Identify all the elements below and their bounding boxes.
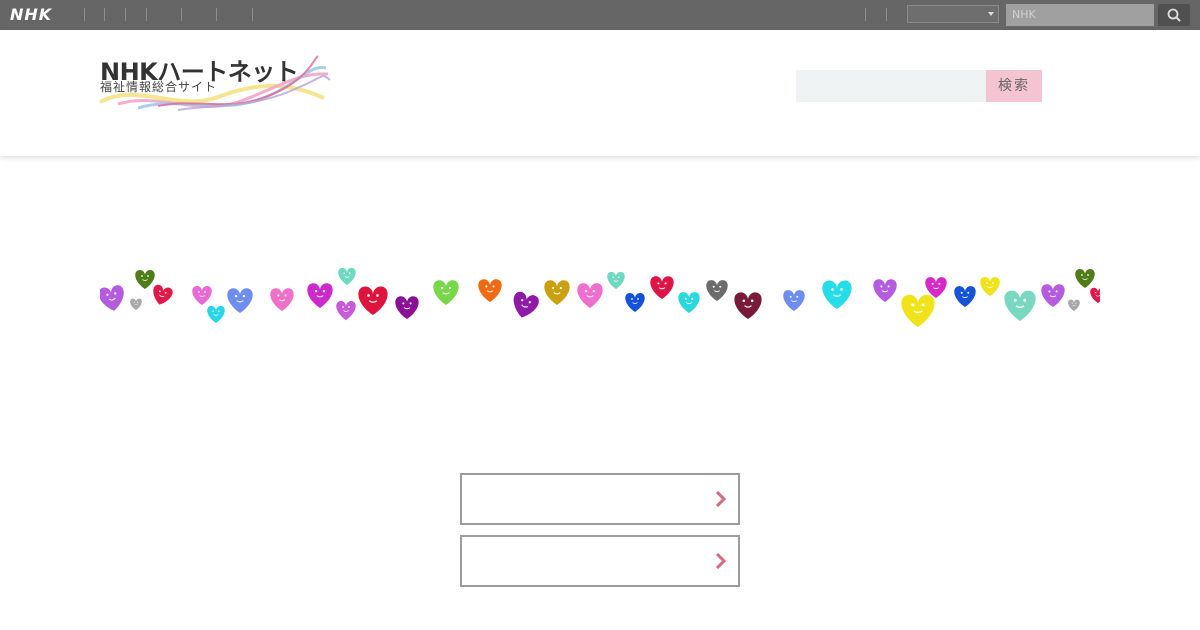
heart-icon <box>678 292 700 313</box>
hearts-banner <box>100 262 1100 332</box>
heart-icon <box>192 286 212 305</box>
heart-icon <box>358 286 388 315</box>
heart-icon <box>954 286 976 307</box>
nav-separator <box>216 8 217 21</box>
area-select[interactable] <box>907 5 999 23</box>
heart-icon <box>577 283 603 308</box>
nav-separator <box>252 8 253 21</box>
heart-icon <box>395 296 419 319</box>
caret-down-icon <box>988 12 994 16</box>
heart-icon <box>1004 290 1036 321</box>
heart-icon <box>336 301 356 320</box>
link-button-2[interactable] <box>460 535 740 587</box>
heart-icon <box>1075 269 1095 288</box>
nav-separator <box>84 8 85 21</box>
heart-icon <box>433 280 459 305</box>
nav-separator <box>181 8 182 21</box>
heart-icon <box>478 279 502 302</box>
nav-separator <box>886 8 887 21</box>
nav-separator <box>146 8 147 21</box>
heart-icon <box>307 283 333 308</box>
site-header: NHKハートネット 福祉情報総合サイト 検索 <box>0 30 1200 156</box>
heart-icon <box>873 279 897 302</box>
heart-icon <box>783 290 805 311</box>
nhk-search-input[interactable]: NHK <box>1006 4 1154 26</box>
heart-icon <box>544 280 570 305</box>
heart-icon <box>706 280 728 301</box>
heart-icon <box>153 284 173 305</box>
heart-icon <box>207 305 225 323</box>
heart-icon <box>734 292 762 319</box>
heart-icon <box>1068 299 1080 311</box>
nhk-search-button[interactable] <box>1158 4 1190 26</box>
heart-icon <box>1041 284 1065 307</box>
hearts-illustration <box>100 267 1100 327</box>
search-icon <box>1167 8 1181 22</box>
link-button-1[interactable] <box>460 473 740 525</box>
heart-icon <box>338 267 356 285</box>
heart-icon <box>925 277 947 298</box>
heart-icon <box>822 280 852 309</box>
nav-separator <box>125 8 126 21</box>
heart-icon <box>130 298 142 310</box>
chevron-right-icon <box>715 490 726 508</box>
logo-subtitle: 福祉情報総合サイト <box>100 80 218 94</box>
nav-separator <box>865 8 866 21</box>
chevron-right-icon <box>715 552 726 570</box>
site-search-button[interactable]: 検索 <box>986 70 1042 102</box>
heart-icon <box>513 291 539 318</box>
heart-icon <box>650 276 674 299</box>
heart-icon <box>901 294 935 327</box>
heart-icon <box>625 293 645 312</box>
nhk-global-bar: NHK NHK <box>0 0 1200 30</box>
nav-separator <box>104 8 105 21</box>
hartnet-logo[interactable]: NHKハートネット 福祉情報総合サイト <box>98 52 338 116</box>
nhk-logo[interactable]: NHK <box>10 6 52 24</box>
heart-icon <box>270 288 294 311</box>
site-search-input[interactable] <box>796 70 986 102</box>
heart-icon <box>135 270 155 289</box>
heart-icon <box>100 285 124 311</box>
heart-icon <box>227 288 253 313</box>
heart-icon <box>980 277 1000 296</box>
heart-icon <box>1090 287 1100 304</box>
heart-icon <box>607 271 625 289</box>
